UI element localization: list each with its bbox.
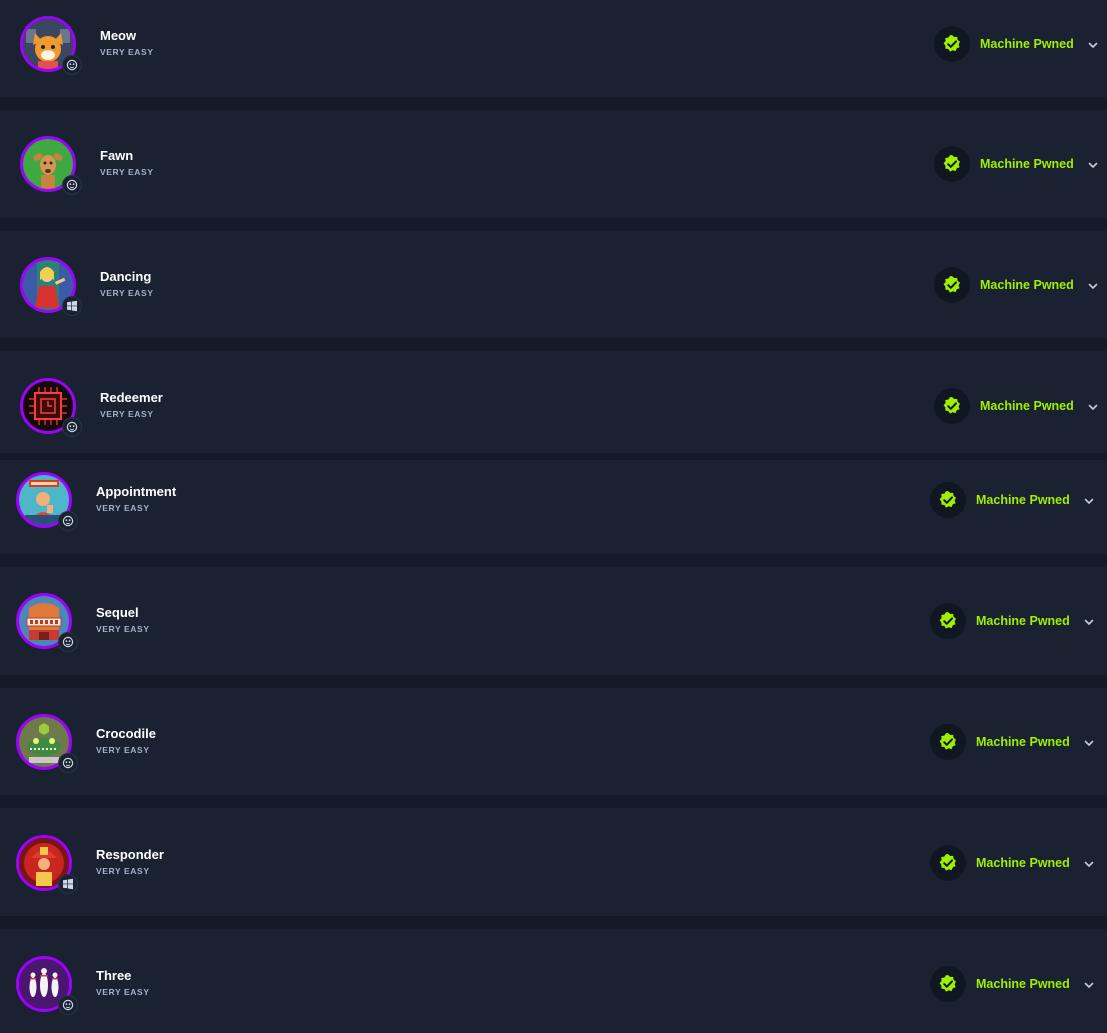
windows-icon (62, 296, 82, 316)
pwned-check-icon (930, 966, 966, 1002)
machine-status: Machine Pwned (980, 37, 1074, 51)
linux-icon (58, 753, 78, 773)
machine-name[interactable]: Fawn (100, 148, 133, 164)
chevron-down-icon[interactable] (1087, 400, 1099, 412)
linux-icon (62, 417, 82, 437)
chevron-down-icon[interactable] (1087, 158, 1099, 170)
chevron-down-icon[interactable] (1083, 978, 1095, 990)
machine-card[interactable]: Appointment VERY EASY Machine Pwned (0, 460, 1107, 554)
machine-name[interactable]: Meow (100, 28, 136, 44)
machine-difficulty: VERY EASY (96, 866, 150, 876)
pwned-check-icon (930, 845, 966, 881)
machine-name[interactable]: Three (96, 968, 131, 984)
chevron-down-icon[interactable] (1083, 494, 1095, 506)
machine-difficulty: VERY EASY (100, 47, 154, 57)
machine-difficulty: VERY EASY (100, 167, 154, 177)
machine-name[interactable]: Crocodile (96, 726, 156, 742)
machine-status: Machine Pwned (976, 735, 1070, 749)
machine-difficulty: VERY EASY (96, 624, 150, 634)
chevron-down-icon[interactable] (1087, 279, 1099, 291)
linux-icon (62, 175, 82, 195)
linux-icon (58, 511, 78, 531)
machine-card[interactable]: Meow VERY EASY Machine Pwned (0, 0, 1107, 97)
machine-difficulty: VERY EASY (96, 987, 150, 997)
machine-name[interactable]: Appointment (96, 484, 176, 500)
windows-icon (58, 874, 78, 894)
machine-difficulty: VERY EASY (96, 745, 150, 755)
machine-name[interactable]: Sequel (96, 605, 139, 621)
chevron-down-icon[interactable] (1087, 38, 1099, 50)
pwned-check-icon (930, 482, 966, 518)
pwned-check-icon (930, 603, 966, 639)
pwned-check-icon (934, 267, 970, 303)
machine-status: Machine Pwned (980, 399, 1074, 413)
machine-status: Machine Pwned (976, 493, 1070, 507)
chevron-down-icon[interactable] (1083, 857, 1095, 869)
machine-name[interactable]: Dancing (100, 269, 151, 285)
linux-icon (58, 632, 78, 652)
machine-name[interactable]: Redeemer (100, 390, 163, 406)
chevron-down-icon[interactable] (1083, 615, 1095, 627)
machine-card[interactable]: Crocodile VERY EASY Machine Pwned (0, 688, 1107, 795)
linux-icon (62, 55, 82, 75)
machine-card[interactable]: Responder VERY EASY Machine Pwned (0, 808, 1107, 916)
machine-card[interactable]: Fawn VERY EASY Machine Pwned (0, 110, 1107, 218)
machine-card[interactable]: Sequel VERY EASY Machine Pwned (0, 567, 1107, 675)
machine-card[interactable]: Redeemer VERY EASY Machine Pwned (0, 351, 1107, 453)
linux-icon (58, 995, 78, 1015)
chevron-down-icon[interactable] (1083, 736, 1095, 748)
machine-status: Machine Pwned (976, 856, 1070, 870)
machine-status: Machine Pwned (976, 977, 1070, 991)
machine-status: Machine Pwned (980, 157, 1074, 171)
machine-name[interactable]: Responder (96, 847, 164, 863)
pwned-check-icon (934, 388, 970, 424)
machine-difficulty: VERY EASY (96, 503, 150, 513)
machine-status: Machine Pwned (980, 278, 1074, 292)
machine-status: Machine Pwned (976, 614, 1070, 628)
machine-card[interactable]: Dancing VERY EASY Machine Pwned (0, 231, 1107, 338)
machine-card[interactable]: Three VERY EASY Machine Pwned (0, 929, 1107, 1033)
pwned-check-icon (934, 146, 970, 182)
machine-difficulty: VERY EASY (100, 288, 154, 298)
pwned-check-icon (934, 26, 970, 62)
machine-difficulty: VERY EASY (100, 409, 154, 419)
pwned-check-icon (930, 724, 966, 760)
